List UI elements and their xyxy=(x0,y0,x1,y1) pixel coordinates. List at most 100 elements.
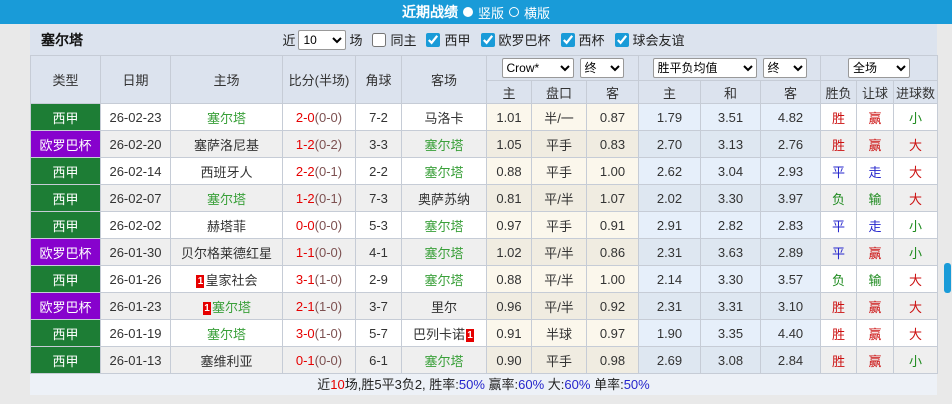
asia-away-odds: 0.83 xyxy=(586,130,639,158)
home-team-cell: 赫塔菲 xyxy=(170,211,283,239)
col-header-corner: 角球 xyxy=(355,55,402,104)
match-row: 欧罗巴杯 26-01-23 1 塞尔塔 2-1(1-0) 3-7 里尔 0.96 平/半 0.92… xyxy=(30,292,939,320)
sub-header-handicap: 盘口 xyxy=(531,80,587,104)
away-team-name[interactable]: 塞尔塔 xyxy=(424,246,463,261)
asia-home-odds: 0.91 xyxy=(486,319,532,347)
league-checkbox-europa[interactable] xyxy=(480,32,495,47)
euro-away-odds: 2.84 xyxy=(759,346,822,374)
away-team-name[interactable]: 巴列卡诺 xyxy=(413,327,465,342)
asia-away-odds: 1.00 xyxy=(586,157,639,185)
home-team-name[interactable]: 西班牙人 xyxy=(200,165,252,180)
handicap-result-cell: 输 xyxy=(856,265,895,293)
date-cell: 26-01-19 xyxy=(100,319,171,347)
away-team-name[interactable]: 奥萨苏纳 xyxy=(418,192,470,207)
euro-away-odds: 2.89 xyxy=(759,238,822,266)
goals-result-cell: 大 xyxy=(893,184,939,212)
league-badge: 欧罗巴杯 xyxy=(30,130,101,158)
euro-draw-odds: 3.51 xyxy=(700,103,761,131)
league-label-friendly[interactable]: 球会友谊 xyxy=(633,30,685,49)
horizontal-layout-label[interactable]: 横版 xyxy=(524,3,550,22)
league-badge: 西甲 xyxy=(30,184,101,212)
euro-away-odds: 2.83 xyxy=(759,211,822,239)
summary-text: 单率: xyxy=(590,377,624,392)
league-label-copa[interactable]: 西杯 xyxy=(579,30,605,49)
home-team-name[interactable]: 贝尔格莱德红星 xyxy=(181,246,272,261)
corner-cell: 2-2 xyxy=(355,157,402,185)
league-checkbox-friendly[interactable] xyxy=(614,32,629,47)
away-team-cell: 塞尔塔 xyxy=(401,130,487,158)
sub-header-euro-home: 主 xyxy=(638,80,701,104)
corner-cell: 5-3 xyxy=(355,211,402,239)
asia-home-odds: 1.01 xyxy=(486,103,532,131)
home-team-name[interactable]: 赫塔菲 xyxy=(207,219,246,234)
same-home-label[interactable]: 同主 xyxy=(390,30,416,49)
fulltime-score: 1-2 xyxy=(295,136,315,152)
away-team-name[interactable]: 马洛卡 xyxy=(424,111,463,126)
asia-handicap: 平手 xyxy=(531,346,587,374)
match-row: 西甲 26-01-19 塞尔塔 3-0(1-0) 5-7 巴列卡诺 1 0.91 半球 0.97 1… xyxy=(30,319,939,347)
euro-draw-odds: 3.04 xyxy=(700,157,761,185)
score-cell: 1-2(0-2) xyxy=(282,130,356,158)
score-cell: 2-2(0-1) xyxy=(282,157,356,185)
scrollbar-thumb[interactable] xyxy=(944,263,951,293)
home-team-name[interactable]: 塞尔塔 xyxy=(207,327,246,342)
fulltime-score: 0-0 xyxy=(295,217,315,233)
league-label-laliga[interactable]: 西甲 xyxy=(444,30,470,49)
euro-avg-select[interactable]: 胜平负均值 xyxy=(652,58,757,78)
match-row: 欧罗巴杯 26-02-20 塞萨洛尼基 1-2(0-2) 3-3 塞尔塔 1.05 平手 0.8… xyxy=(30,130,939,158)
result-cell: 负 xyxy=(820,184,858,212)
euro-home-odds: 2.62 xyxy=(638,157,701,185)
league-checkbox-laliga[interactable] xyxy=(426,32,441,47)
sub-header-goals: 进球数 xyxy=(893,80,939,104)
euro-home-odds: 2.31 xyxy=(638,238,701,266)
vertical-layout-radio[interactable] xyxy=(462,7,473,17)
header-row-groups: 类型 日期 主场 比分(半场) 角球 客场 Crow* 终 胜平负均值 终 全场 xyxy=(30,55,939,104)
bookmaker-select[interactable]: Crow* xyxy=(501,58,574,78)
summary-text: 60% xyxy=(564,377,591,392)
asia-handicap: 平手 xyxy=(531,211,587,239)
score-cell: 1-2(0-1) xyxy=(282,184,356,212)
result-cell: 胜 xyxy=(820,346,858,374)
date-cell: 26-02-14 xyxy=(100,157,171,185)
away-team-cell: 奥萨苏纳 xyxy=(401,184,487,212)
home-team-name[interactable]: 塞维利亚 xyxy=(200,354,252,369)
horizontal-layout-radio[interactable] xyxy=(509,7,519,17)
away-team-name[interactable]: 塞尔塔 xyxy=(424,219,463,234)
away-team-cell: 塞尔塔 xyxy=(401,238,487,266)
home-team-name[interactable]: 塞尔塔 xyxy=(212,300,251,315)
league-checkbox-copa[interactable] xyxy=(560,32,575,47)
euro-final-select[interactable]: 终 xyxy=(762,58,807,78)
results-table-body: 西甲 26-02-23 塞尔塔 2-0(0-0) 7-2 马洛卡 1.01 半/一 0.87 1.… xyxy=(30,103,939,374)
goals-result-cell: 大 xyxy=(893,157,939,185)
halftime-score: (0-0) xyxy=(314,109,343,125)
score-cell: 2-0(0-0) xyxy=(282,103,356,131)
away-team-name[interactable]: 里尔 xyxy=(431,300,457,315)
away-team-name[interactable]: 塞尔塔 xyxy=(424,165,463,180)
asia-handicap: 平手 xyxy=(531,157,587,185)
match-count-select[interactable]: 10 xyxy=(298,29,347,50)
scope-select[interactable]: 全场 xyxy=(848,58,911,78)
home-team-name[interactable]: 皇家社会 xyxy=(205,273,257,288)
euro-home-odds: 2.31 xyxy=(638,292,701,320)
halftime-score: (0-0) xyxy=(314,352,343,368)
same-home-checkbox[interactable] xyxy=(372,32,387,47)
home-team-name[interactable]: 塞萨洛尼基 xyxy=(194,138,259,153)
away-team-cell: 里尔 xyxy=(401,292,487,320)
home-team-name[interactable]: 塞尔塔 xyxy=(207,111,246,126)
asia-final-select[interactable]: 终 xyxy=(579,58,624,78)
red-card-badge: 1 xyxy=(202,301,211,315)
away-team-cell: 塞尔塔 xyxy=(401,211,487,239)
vertical-layout-label[interactable]: 竖版 xyxy=(478,3,504,22)
euro-draw-odds: 3.08 xyxy=(700,346,761,374)
league-label-europa[interactable]: 欧罗巴杯 xyxy=(499,30,551,49)
asia-handicap: 半球 xyxy=(531,319,587,347)
away-team-name[interactable]: 塞尔塔 xyxy=(424,138,463,153)
away-team-name[interactable]: 塞尔塔 xyxy=(424,273,463,288)
away-team-name[interactable]: 塞尔塔 xyxy=(424,354,463,369)
games-label: 场 xyxy=(349,33,363,48)
summary-text: 60% xyxy=(518,377,545,392)
result-cell: 胜 xyxy=(820,292,858,320)
asia-home-odds: 1.05 xyxy=(486,130,532,158)
home-team-name[interactable]: 塞尔塔 xyxy=(207,192,246,207)
asia-away-odds: 0.86 xyxy=(586,238,639,266)
